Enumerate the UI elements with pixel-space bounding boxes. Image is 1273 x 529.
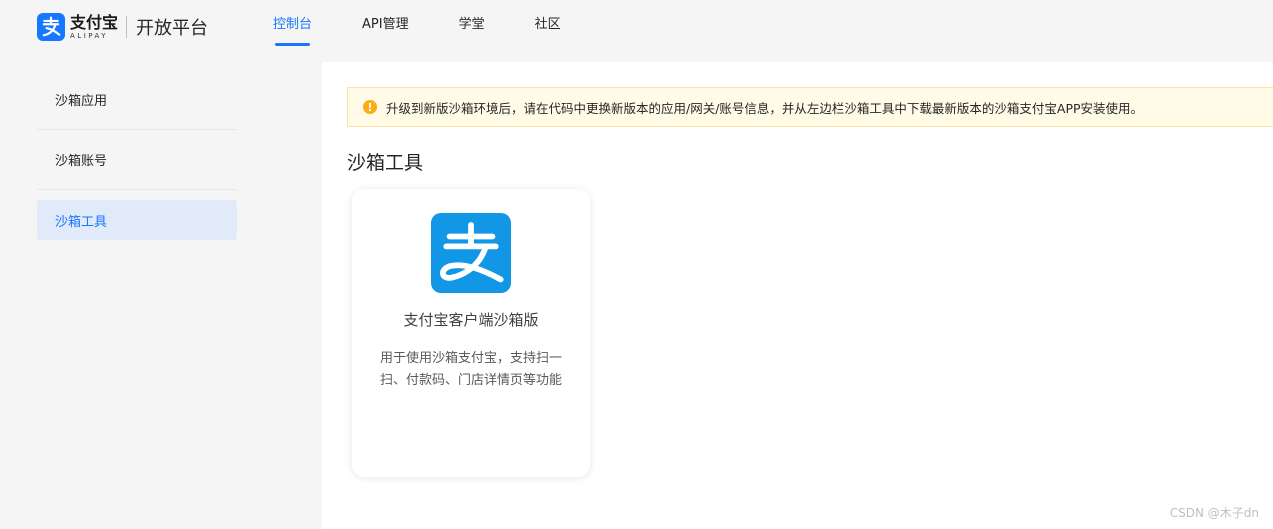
- watermark: CSDN @木子dn: [1169, 506, 1259, 520]
- logo-divider: [126, 16, 128, 38]
- brand-sub: ALIPAY: [70, 31, 109, 40]
- top-header: 支付宝 ALIPAY 开放平台 控制台 API管理 学堂 社区: [0, 0, 1273, 52]
- nav-api-management[interactable]: API管理: [362, 0, 409, 52]
- nav-community[interactable]: 社区: [535, 0, 561, 52]
- warning-icon: !: [363, 100, 377, 114]
- upgrade-notice: ! 升级到新版沙箱环境后，请在代码中更换新版本的应用/网关/账号信息，并从左边栏…: [347, 87, 1273, 127]
- sidebar-item-sandbox-account[interactable]: 沙箱账号: [37, 130, 237, 190]
- alipay-logo-icon: [37, 13, 65, 41]
- sidebar-item-sandbox-app[interactable]: 沙箱应用: [37, 70, 237, 130]
- platform-name: 开放平台: [136, 18, 209, 39]
- sidebar: 沙箱应用 沙箱账号 沙箱工具: [37, 70, 237, 240]
- alipay-logo[interactable]: 支付宝 ALIPAY 开放平台: [37, 12, 208, 42]
- brand-name: 支付宝: [70, 12, 119, 32]
- notice-text: 升级到新版沙箱环境后，请在代码中更换新版本的应用/网关/账号信息，并从左边栏沙箱…: [386, 100, 1144, 116]
- card-title: 支付宝客户端沙箱版: [403, 311, 539, 329]
- sandbox-client-card[interactable]: 支付宝客户端沙箱版 用于使用沙箱支付宝，支持扫一扫、付款码、门店详情页等功能: [352, 189, 590, 477]
- sidebar-item-sandbox-tools[interactable]: 沙箱工具: [37, 200, 237, 240]
- section-title: 沙箱工具: [347, 152, 424, 174]
- nav-console[interactable]: 控制台: [273, 0, 312, 52]
- main-content: ! 升级到新版沙箱环境后，请在代码中更换新版本的应用/网关/账号信息，并从左边栏…: [322, 62, 1273, 529]
- card-description: 用于使用沙箱支付宝，支持扫一扫、付款码、门店详情页等功能: [379, 351, 562, 388]
- top-nav: 控制台 API管理 学堂 社区: [273, 0, 611, 52]
- alipay-logo-icon: [431, 213, 511, 293]
- nav-school[interactable]: 学堂: [459, 0, 485, 52]
